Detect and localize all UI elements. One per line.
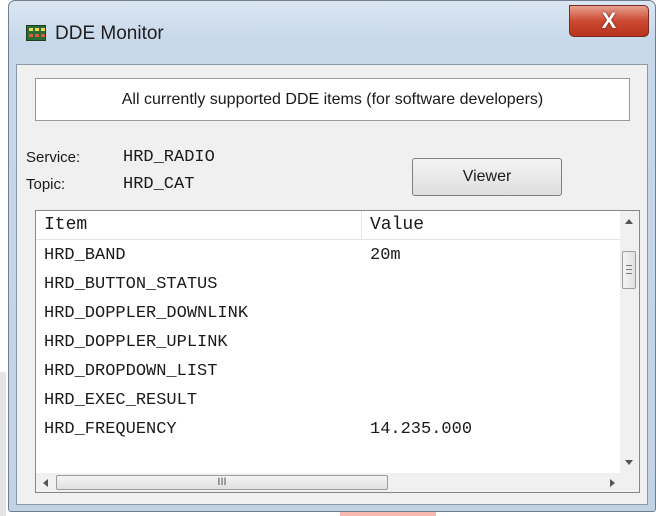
scroll-left-arrow-icon[interactable] [43,479,48,487]
scroll-down-arrow-icon[interactable] [625,460,633,465]
viewer-button[interactable]: Viewer [412,158,562,196]
list-row[interactable]: HRD_DROPDOWN_LIST [36,357,621,386]
dde-items-list[interactable]: Item Value HRD_BAND 20m HRD_BUTTON_STATU… [35,210,640,493]
scroll-up-arrow-icon[interactable] [625,219,633,224]
dde-monitor-window: DDE Monitor X All currently supported DD… [8,0,656,512]
row-value [362,299,370,328]
title-bar[interactable]: DDE Monitor X [9,1,655,55]
row-value: 14.235.000 [370,420,473,439]
client-area: All currently supported DDE items (for s… [16,64,648,505]
column-header-item[interactable]: Item [36,211,362,239]
description-banner: All currently supported DDE items (for s… [35,78,630,121]
list-row[interactable]: HRD_DOPPLER_DOWNLINK [36,299,621,328]
vertical-scrollbar[interactable] [620,211,639,474]
background-highlight [340,512,436,516]
scrollbar-corner [620,473,639,492]
close-button[interactable]: X [569,5,649,37]
column-header-value[interactable]: Value [362,211,621,239]
service-value: HRD_RADIO [123,148,215,167]
close-icon: X [601,8,617,33]
list-header: Item Value [36,211,621,240]
row-value [362,270,370,299]
service-label: Service: [26,149,81,166]
list-row[interactable]: HRD_DOPPLER_UPLINK [36,328,621,357]
row-value: 20m [370,246,401,265]
row-item: HRD_DOPPLER_UPLINK [44,333,228,352]
horizontal-scroll-thumb[interactable]: III [56,475,388,490]
row-item: HRD_DOPPLER_DOWNLINK [44,304,249,323]
window-title: DDE Monitor [55,23,164,44]
row-item: HRD_BAND [44,246,126,265]
row-item: HRD_EXEC_RESULT [44,391,198,410]
background-edge [0,372,6,516]
list-rows: HRD_BAND 20m HRD_BUTTON_STATUS HRD_DOPPL… [36,241,621,444]
dde-app-icon[interactable] [26,25,46,41]
row-item: HRD_BUTTON_STATUS [44,275,218,294]
vertical-scroll-thumb[interactable] [622,251,636,289]
row-value [362,386,370,415]
row-item: HRD_DROPDOWN_LIST [44,362,218,381]
row-item: HRD_FREQUENCY [44,420,177,439]
row-value [362,357,370,386]
list-row[interactable]: HRD_BUTTON_STATUS [36,270,621,299]
row-value [362,328,370,357]
list-row[interactable]: HRD_FREQUENCY 14.235.000 [36,415,621,444]
list-row[interactable]: HRD_BAND 20m [36,241,621,270]
horizontal-scrollbar[interactable]: III [36,473,621,492]
topic-value: HRD_CAT [123,175,195,194]
list-row[interactable]: HRD_EXEC_RESULT [36,386,621,415]
scroll-right-arrow-icon[interactable] [610,479,615,487]
topic-label: Topic: [26,176,66,193]
